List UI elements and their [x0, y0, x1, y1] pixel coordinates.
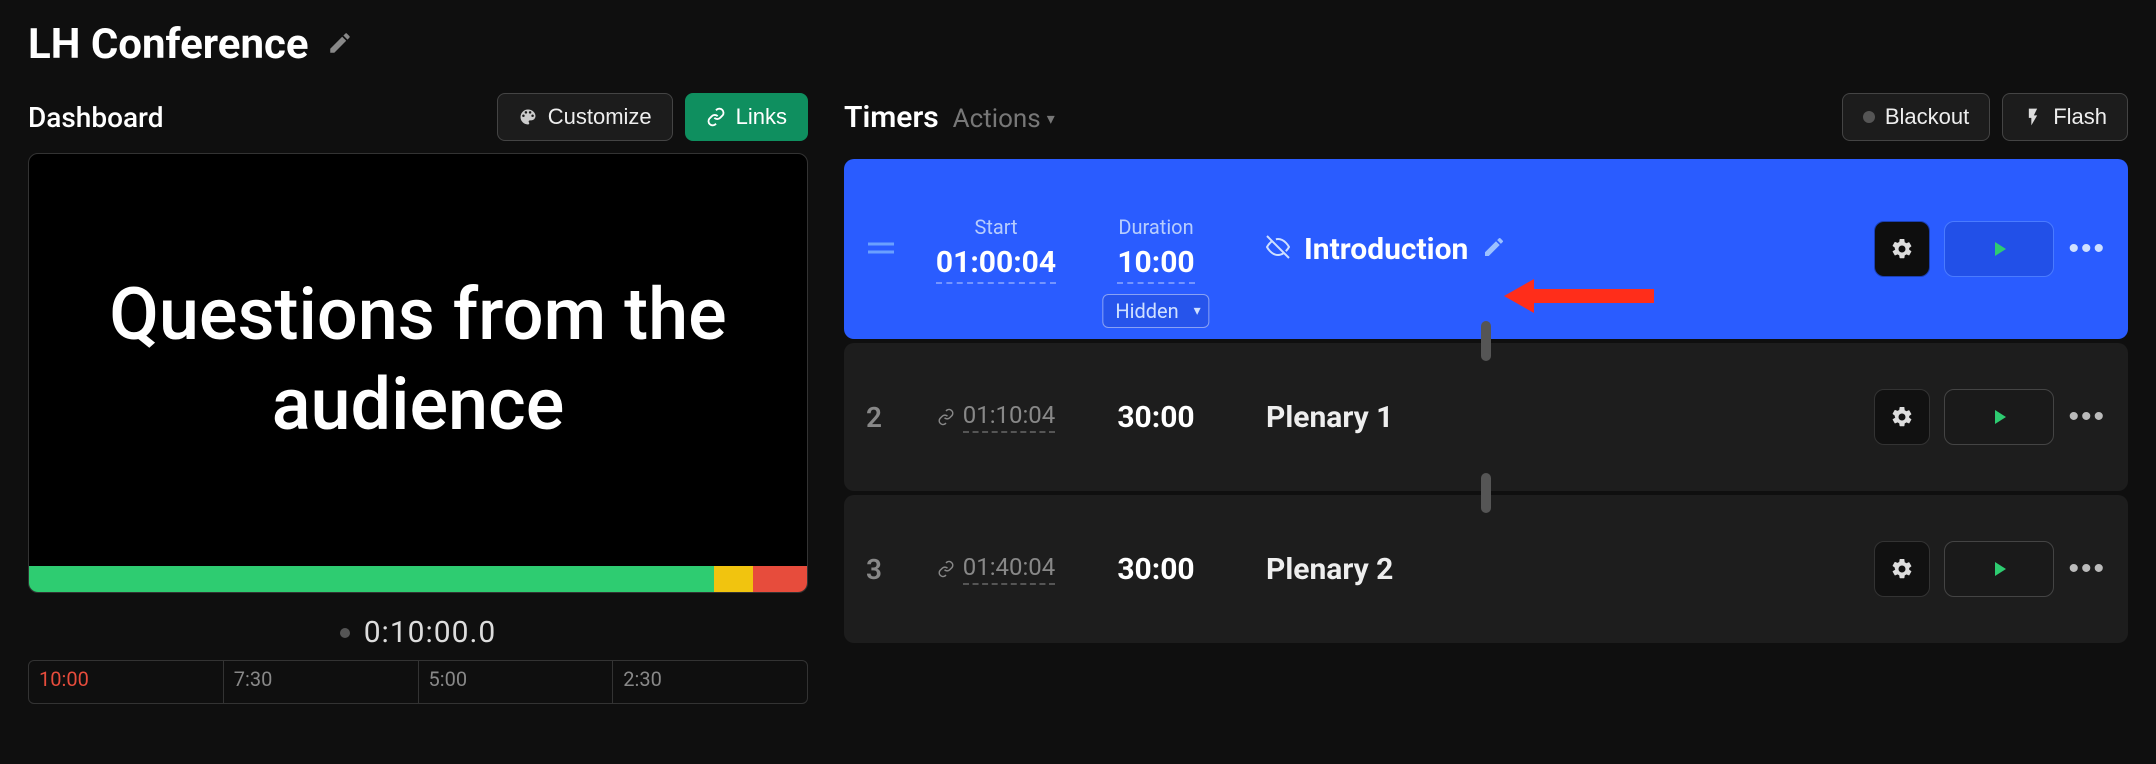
linked-start: 01:10:04 — [937, 401, 1056, 433]
eye-off-icon — [1266, 235, 1290, 263]
links-label: Links — [736, 104, 787, 130]
progress-red — [753, 566, 807, 592]
ruler-tick: 7:30 — [224, 661, 419, 703]
dot-icon — [1863, 111, 1875, 123]
flash-button[interactable]: Flash — [2002, 93, 2128, 141]
more-button[interactable]: ••• — [2068, 552, 2106, 586]
timer-name: Plenary 1 — [1266, 400, 1393, 435]
timer-name: Introduction — [1304, 232, 1468, 267]
linked-start: 01:40:04 — [937, 553, 1056, 585]
duration-label: Duration — [1118, 215, 1193, 239]
edit-name-button[interactable] — [1482, 235, 1506, 263]
pencil-icon — [327, 30, 353, 56]
settings-button[interactable] — [1874, 221, 1930, 277]
links-button[interactable]: Links — [685, 93, 808, 141]
settings-button[interactable] — [1874, 389, 1930, 445]
ruler-tick: 2:30 — [613, 661, 807, 703]
actions-label: Actions — [953, 104, 1041, 134]
blackout-label: Blackout — [1885, 104, 1969, 130]
actions-dropdown[interactable]: Actions ▾ — [953, 104, 1055, 134]
row-index: 2 — [866, 401, 916, 434]
preview-text: Questions from the audience — [29, 154, 807, 566]
drag-handle[interactable] — [866, 233, 916, 266]
timer-row[interactable]: 3 01:40:04 30:00 Plenary 2 — [844, 495, 2128, 643]
timers-heading: Timers — [844, 100, 939, 135]
flash-label: Flash — [2053, 104, 2107, 130]
play-button[interactable] — [1944, 541, 2054, 597]
start-value[interactable]: 01:10:04 — [963, 401, 1056, 433]
duration-value[interactable]: 10:00 — [1117, 245, 1194, 284]
gear-icon — [1890, 557, 1914, 581]
progress-yellow — [714, 566, 753, 592]
ruler-tick: 5:00 — [419, 661, 614, 703]
progress-green — [29, 566, 714, 592]
dashboard-panel: Dashboard Customize Links Questions from… — [28, 93, 808, 744]
edit-title-button[interactable] — [327, 30, 353, 59]
timer-row-active[interactable]: Start 01:00:04 Duration 10:00 Hidden ▾ — [844, 159, 2128, 339]
play-icon — [1987, 405, 2011, 429]
bolt-icon — [2023, 107, 2043, 127]
start-value[interactable]: 01:00:04 — [936, 245, 1056, 284]
title-row: LH Conference — [28, 20, 2128, 69]
pencil-icon — [1482, 235, 1506, 259]
caret-down-icon: ▾ — [1047, 109, 1055, 128]
more-button[interactable]: ••• — [2068, 232, 2106, 266]
dashboard-heading: Dashboard — [28, 101, 163, 134]
blackout-button[interactable]: Blackout — [1842, 93, 1990, 141]
ruler-tick: 10:00 — [29, 661, 224, 703]
start-value[interactable]: 01:40:04 — [963, 553, 1056, 585]
gear-icon — [1890, 405, 1914, 429]
link-icon — [937, 560, 955, 578]
duration-value[interactable]: 30:00 — [1117, 552, 1194, 587]
more-button[interactable]: ••• — [2068, 400, 2106, 434]
timer-name: Plenary 2 — [1266, 552, 1393, 587]
settings-button[interactable] — [1874, 541, 1930, 597]
link-icon — [706, 107, 726, 127]
page-title: LH Conference — [28, 20, 309, 69]
timer-row[interactable]: 2 01:10:04 30:00 Plenary 1 — [844, 343, 2128, 491]
start-label: Start — [974, 215, 1017, 239]
appearance-dropdown[interactable]: Hidden ▾ — [1102, 294, 1209, 328]
play-icon — [1987, 237, 2011, 261]
caret-down-icon: ▾ — [1194, 303, 1201, 319]
duration-value[interactable]: 30:00 — [1117, 400, 1194, 435]
annotation-arrow — [1504, 271, 1654, 321]
play-icon — [1987, 557, 2011, 581]
record-dot — [340, 628, 350, 638]
play-button[interactable] — [1944, 389, 2054, 445]
preview-monitor: Questions from the audience — [28, 153, 808, 593]
gear-icon — [1890, 237, 1914, 261]
palette-icon — [518, 107, 538, 127]
row-connector — [1481, 321, 1491, 361]
timers-panel: Timers Actions ▾ Blackout Flash — [844, 93, 2128, 744]
link-icon — [937, 408, 955, 426]
time-ruler[interactable]: 10:00 7:30 5:00 2:30 — [28, 660, 808, 704]
row-index: 3 — [866, 553, 916, 586]
customize-button[interactable]: Customize — [497, 93, 673, 141]
row-connector — [1481, 473, 1491, 513]
progress-bar — [29, 566, 807, 592]
timecode: 0:10:00.0 — [364, 615, 497, 650]
customize-label: Customize — [548, 104, 652, 130]
play-button[interactable] — [1944, 221, 2054, 277]
appearance-value: Hidden — [1115, 299, 1178, 323]
